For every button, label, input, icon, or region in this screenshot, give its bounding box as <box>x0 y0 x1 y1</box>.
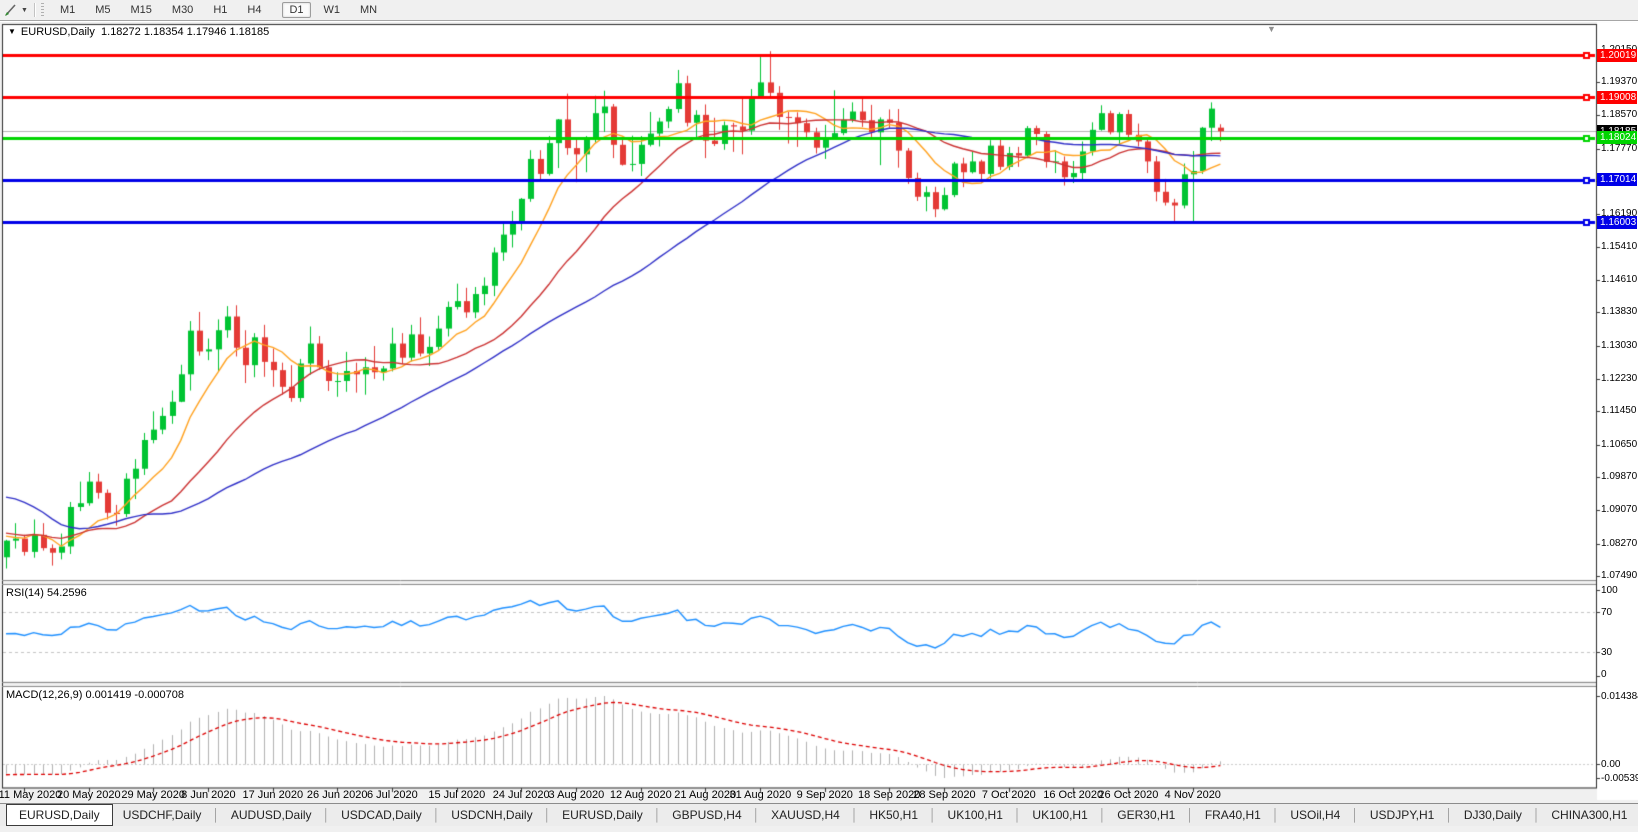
chart-tab-uk100-h1[interactable]: UK100,H1 <box>1022 806 1097 824</box>
tab-divider: │ <box>752 808 762 822</box>
timeframe-toolbar: ▼ M1 M5 M15 M30 H1 H4 D1 W1 MN <box>0 0 1638 21</box>
tab-divider: │ <box>1185 808 1195 822</box>
chart-tab-usdjpy-h1[interactable]: USDJPY,H1 <box>1360 806 1444 824</box>
tab-divider: │ <box>1271 808 1281 822</box>
tab-divider: │ <box>850 808 860 822</box>
chart-tab-bar: EURUSD,DailyUSDCHF,Daily│AUDUSD,Daily│US… <box>0 803 1638 826</box>
timeframe-button-M5[interactable]: M5 <box>88 2 117 18</box>
mt4-terminal: { "toolbar": { "timeframes": ["M1","M5",… <box>0 0 1638 832</box>
cursor-tool-dropdown-icon[interactable]: ▼ <box>21 7 28 14</box>
tab-divider: │ <box>543 808 553 822</box>
tab-divider: │ <box>322 808 332 822</box>
chart-tab-eurusd-daily[interactable]: EURUSD,Daily <box>6 804 113 826</box>
chart-tab-usoil-h4[interactable]: USOil,H4 <box>1280 806 1350 824</box>
tab-divider: │ <box>1532 808 1542 822</box>
timeframe-button-MN[interactable]: MN <box>353 2 384 18</box>
chart-tab-usdcnh-daily[interactable]: USDCNH,Daily <box>441 806 542 824</box>
toolbar-separator <box>34 3 35 17</box>
chart-tab-eurusd-daily[interactable]: EURUSD,Daily <box>552 806 653 824</box>
timeframe-button-H1[interactable]: H1 <box>206 2 234 18</box>
tab-divider: │ <box>1013 808 1023 822</box>
tab-divider: │ <box>1350 808 1360 822</box>
price-chart-canvas[interactable] <box>0 0 1638 802</box>
timeframe-button-M30[interactable]: M30 <box>165 2 200 18</box>
chart-tabs: EURUSD,DailyUSDCHF,Daily│AUDUSD,Daily│US… <box>0 804 1638 826</box>
chart-tab-china300-h1[interactable]: CHINA300,H1 <box>1541 806 1637 824</box>
chart-tab-uk100-h1[interactable]: UK100,H1 <box>938 806 1013 824</box>
tab-divider: │ <box>653 808 663 822</box>
tab-divider: │ <box>928 808 938 822</box>
chart-tab-xauusd-h4[interactable]: XAUUSD,H4 <box>761 806 850 824</box>
timeframe-buttons: M1 M5 M15 M30 H1 H4 D1 W1 MN <box>50 3 387 17</box>
timeframe-button-M1[interactable]: M1 <box>53 2 82 18</box>
chart-tab-hk50-h1[interactable]: HK50,H1 <box>859 806 928 824</box>
timeframe-button-H4[interactable]: H4 <box>240 2 268 18</box>
chart-tab-gbpusd-h4[interactable]: GBPUSD,H4 <box>662 806 751 824</box>
chart-tab-fra40-h1[interactable]: FRA40,H1 <box>1195 806 1271 824</box>
chart-tab-audusd-daily[interactable]: AUDUSD,Daily <box>221 806 322 824</box>
tab-divider: │ <box>1098 808 1108 822</box>
timeframe-button-M15[interactable]: M15 <box>124 2 159 18</box>
timeframe-button-W1[interactable]: W1 <box>317 2 348 18</box>
chart-tab-usdcad-daily[interactable]: USDCAD,Daily <box>331 806 432 824</box>
tab-divider: │ <box>211 808 221 822</box>
chart-tab-dj30-daily[interactable]: DJ30,Daily <box>1454 806 1532 824</box>
timeframe-button-D1[interactable]: D1 <box>282 2 310 18</box>
chart-tab-usdchf-daily[interactable]: USDCHF,Daily <box>113 806 212 824</box>
cursor-tool-icon[interactable] <box>3 2 21 18</box>
tab-divider: │ <box>1444 808 1454 822</box>
toolbar-grip-handle[interactable] <box>41 3 44 17</box>
chart-tab-ger30-h1[interactable]: GER30,H1 <box>1107 806 1185 824</box>
tab-divider: │ <box>432 808 442 822</box>
